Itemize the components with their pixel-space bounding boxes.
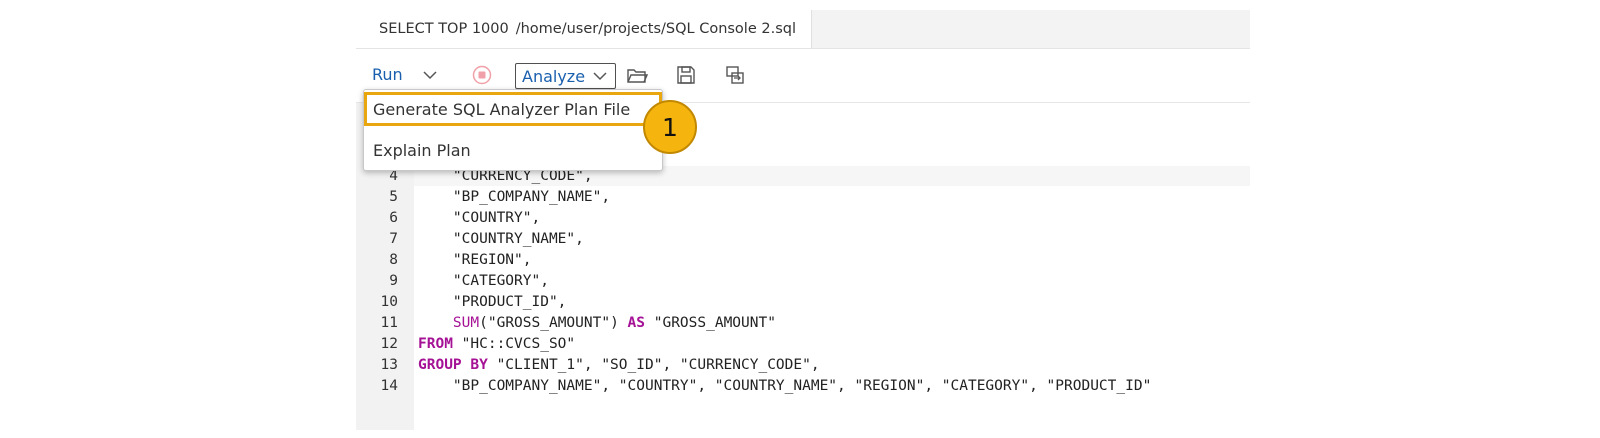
menu-item-generate-sql-analyzer-plan-file[interactable]: Generate SQL Analyzer Plan File [364, 92, 662, 126]
line-number: 8 [389, 252, 398, 268]
code-line: 12 FROM "HC::CVCS_SO" [356, 334, 1250, 355]
run-button[interactable]: Run [372, 65, 403, 84]
code-line: 7 "COUNTRY_NAME", [356, 229, 1250, 250]
code-line: 8 "REGION", [356, 250, 1250, 271]
line-number: 14 [380, 378, 398, 394]
step-callout-badge: 1 [643, 100, 697, 154]
analyze-label: Analyze [522, 66, 586, 86]
code-text: "COUNTRY_NAME", [418, 231, 584, 247]
stop-icon[interactable] [472, 65, 492, 85]
code-text: SUM("GROSS_AMOUNT") AS "GROSS_AMOUNT" [418, 313, 776, 334]
line-number: 11 [380, 315, 398, 331]
code-line: 9 "CATEGORY", [356, 271, 1250, 292]
menu-item-explain-plan[interactable]: Explain Plan [364, 133, 662, 167]
line-number: 5 [389, 189, 398, 205]
code-token: "GROSS_AMOUNT" [645, 315, 776, 331]
code-line: 10 "PRODUCT_ID", [356, 292, 1250, 313]
code-line: 13 GROUP BY "CLIENT_1", "SO_ID", "CURREN… [356, 355, 1250, 376]
code-token: "CLIENT_1", "SO_ID", "CURRENCY_CODE", [487, 357, 820, 373]
analyze-button[interactable]: Analyze [515, 63, 616, 89]
save-icon[interactable] [675, 64, 697, 86]
line-number: 13 [380, 357, 398, 373]
function-token: SUM [452, 315, 480, 331]
tab-path: /home/user/projects/SQL Console 2.sql [515, 21, 796, 37]
analyze-dropdown-menu: Generate SQL Analyzer Plan File Explain … [363, 89, 663, 171]
code-text: FROM "HC::CVCS_SO" [418, 334, 575, 355]
keyword-token: FROM [418, 336, 453, 352]
tab-sql-console-2[interactable]: SELECT TOP 1000 /home/user/projects/SQL … [356, 10, 812, 48]
code-text: "REGION", [418, 252, 532, 268]
sql-console-window: SELECT TOP 1000 /home/user/projects/SQL … [356, 10, 1250, 430]
code-token: "HC::CVCS_SO" [452, 336, 576, 352]
code-text: "BP_COMPANY_NAME", [418, 189, 611, 205]
code-text: "COUNTRY", [418, 210, 541, 226]
code-line: 5 "BP_COMPANY_NAME", [356, 187, 1250, 208]
code-text: "BP_COMPANY_NAME", "COUNTRY", "COUNTRY_N… [418, 378, 1152, 394]
code-text: GROUP BY "CLIENT_1", "SO_ID", "CURRENCY_… [418, 355, 820, 376]
tab-bar: SELECT TOP 1000 /home/user/projects/SQL … [356, 10, 1250, 49]
keyword-token: AS [627, 315, 645, 331]
chevron-down-icon [593, 72, 607, 81]
code-text: "PRODUCT_ID", [418, 294, 567, 310]
line-number: 12 [380, 336, 398, 352]
code-line: 6 "COUNTRY", [356, 208, 1250, 229]
code-line: 11 SUM("GROSS_AMOUNT") AS "GROSS_AMOUNT" [356, 313, 1250, 334]
code-token: ("GROSS_AMOUNT") [479, 315, 628, 331]
line-number: 6 [389, 210, 398, 226]
folder-open-icon[interactable] [626, 64, 648, 86]
chevron-down-icon[interactable] [423, 70, 437, 80]
line-number: 10 [380, 294, 398, 310]
code-line: 14 "BP_COMPANY_NAME", "COUNTRY", "COUNTR… [356, 376, 1250, 397]
export-icon[interactable] [724, 64, 746, 86]
line-number: 9 [389, 273, 398, 289]
keyword-token: GROUP BY [418, 357, 488, 373]
line-number: 7 [389, 231, 398, 247]
tab-title: SELECT TOP 1000 [379, 21, 509, 37]
code-text: "CATEGORY", [418, 273, 549, 289]
